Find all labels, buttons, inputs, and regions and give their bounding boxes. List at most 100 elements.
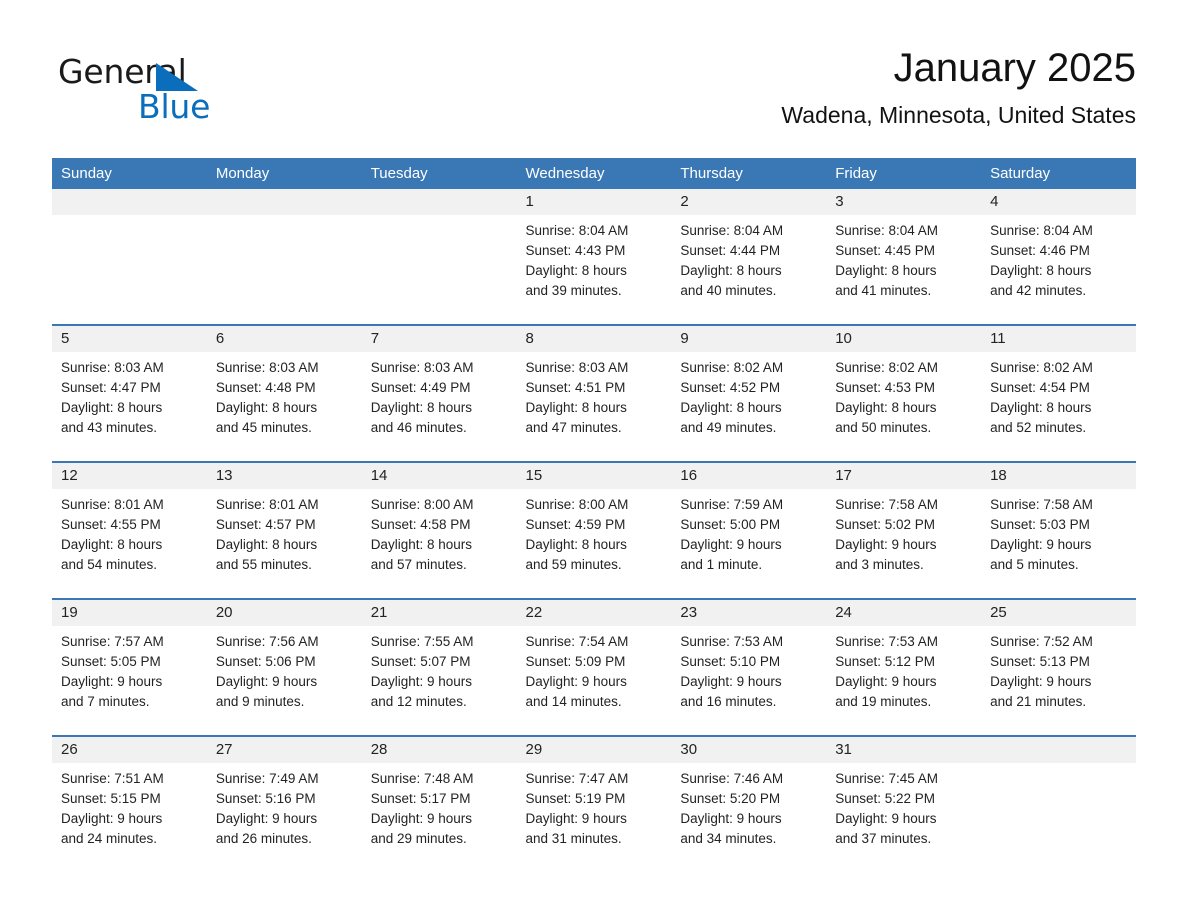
sunset-time: Sunset: 4:51 PM <box>525 380 626 395</box>
sunset-time: Sunset: 5:07 PM <box>370 654 471 669</box>
calendar-week-row: 12 Sunrise: 8:01 AM Sunset: 4:55 PM Dayligh… <box>52 461 1136 599</box>
calendar-day-cell[interactable]: 25 Sunrise: 7:52 AM Sunset: 5:13 PM Dayligh… <box>981 598 1136 736</box>
sunset-time: Sunset: 5:03 PM <box>990 517 1090 532</box>
day-sun-info: Sunrise: 8:01 AM Sunset: 4:57 PM Daylight:… <box>207 489 362 575</box>
calendar-day-cell[interactable]: 19 Sunrise: 7:57 AM Sunset: 5:05 PM Dayligh… <box>52 598 207 736</box>
sunset-time: Sunset: 5:10 PM <box>680 654 781 669</box>
day-number: 30 <box>671 737 827 763</box>
day-sun-info: Sunrise: 8:03 AM Sunset: 4:51 PM Daylight:… <box>517 352 672 438</box>
calendar-day-cell[interactable]: 15 Sunrise: 8:00 AM Sunset: 4:59 PM Dayligh… <box>516 461 672 599</box>
day-number: 20 <box>206 600 362 626</box>
day-sun-info: Sunrise: 8:04 AM Sunset: 4:46 PM Daylight:… <box>981 215 1136 301</box>
day-number: 10 <box>826 326 982 352</box>
calendar-day-cell[interactable]: 11 Sunrise: 8:02 AM Sunset: 4:54 PM Dayligh… <box>981 324 1136 462</box>
daylight-duration-line1: Daylight: 9 hours <box>215 674 318 689</box>
day-sun-info: Sunrise: 7:45 AM Sunset: 5:22 PM Daylight:… <box>826 763 981 849</box>
calendar-day-cell[interactable]: 18 Sunrise: 7:58 AM Sunset: 5:03 PM Dayligh… <box>981 461 1136 599</box>
calendar-day-cell[interactable]: 7 Sunrise: 8:03 AM Sunset: 4:49 PM Daylight… <box>361 324 517 462</box>
sunrise-time: Sunrise: 7:48 AM <box>370 771 474 786</box>
calendar-day-cell[interactable]: 10 Sunrise: 8:02 AM Sunset: 4:53 PM Dayligh… <box>826 324 982 462</box>
day-sun-info: Sunrise: 7:46 AM Sunset: 5:20 PM Daylight:… <box>671 763 826 849</box>
daylight-duration-line2: and 26 minutes. <box>215 831 312 846</box>
calendar-day-cell[interactable]: 27 Sunrise: 7:49 AM Sunset: 5:16 PM Dayligh… <box>206 735 362 872</box>
calendar-day-cell[interactable]: 22 Sunrise: 7:54 AM Sunset: 5:09 PM Dayligh… <box>516 598 672 736</box>
calendar-day-cell[interactable]: 29 Sunrise: 7:47 AM Sunset: 5:19 PM Dayligh… <box>516 735 672 872</box>
daylight-duration-line2: and 3 minutes. <box>835 557 924 572</box>
day-cell-content: 15 Sunrise: 8:00 AM Sunset: 4:59 PM Dayligh… <box>516 463 672 596</box>
day-cell-content: 21 Sunrise: 7:55 AM Sunset: 5:07 PM Dayligh… <box>361 600 517 733</box>
daylight-duration-line1: Daylight: 8 hours <box>835 263 937 278</box>
daylight-duration-line1: Daylight: 8 hours <box>525 537 627 552</box>
calendar-day-cell[interactable]: 24 Sunrise: 7:53 AM Sunset: 5:12 PM Dayligh… <box>826 598 982 736</box>
page-header: General Blue January 2025 Wadena, Minnes… <box>52 40 1136 148</box>
calendar-day-cell[interactable]: 3 Sunrise: 8:04 AM Sunset: 4:45 PM Daylight… <box>826 189 982 325</box>
daylight-duration-line1: Daylight: 8 hours <box>680 400 782 415</box>
sunset-time: Sunset: 4:49 PM <box>370 380 471 395</box>
day-number: 16 <box>671 463 827 489</box>
day-number: 23 <box>671 600 827 626</box>
sunset-time: Sunset: 4:44 PM <box>680 243 781 258</box>
day-cell-content: 10 Sunrise: 8:02 AM Sunset: 4:53 PM Dayligh… <box>826 326 982 459</box>
day-cell-content: 18 Sunrise: 7:58 AM Sunset: 5:03 PM Dayligh… <box>981 463 1136 596</box>
calendar-day-cell[interactable]: 21 Sunrise: 7:55 AM Sunset: 5:07 PM Dayligh… <box>361 598 517 736</box>
day-number <box>981 737 1136 763</box>
daylight-duration-line2: and 39 minutes. <box>525 283 622 298</box>
daylight-duration-line1: Daylight: 9 hours <box>835 674 937 689</box>
calendar-day-cell[interactable]: 6 Sunrise: 8:03 AM Sunset: 4:48 PM Daylight… <box>206 324 362 462</box>
day-sun-info: Sunrise: 7:58 AM Sunset: 5:02 PM Daylight:… <box>826 489 981 575</box>
calendar-day-cell[interactable]: 12 Sunrise: 8:01 AM Sunset: 4:55 PM Dayligh… <box>52 461 207 599</box>
day-number: 7 <box>361 326 517 352</box>
sunset-time: Sunset: 4:57 PM <box>215 517 316 532</box>
calendar-day-cell[interactable]: 26 Sunrise: 7:51 AM Sunset: 5:15 PM Dayligh… <box>52 735 207 872</box>
day-cell-content <box>361 189 517 322</box>
daylight-duration-line2: and 54 minutes. <box>61 557 158 572</box>
calendar-day-cell[interactable]: 4 Sunrise: 8:04 AM Sunset: 4:46 PM Daylight… <box>981 189 1136 325</box>
day-cell-content: 27 Sunrise: 7:49 AM Sunset: 5:16 PM Dayligh… <box>206 737 362 870</box>
day-cell-content: 14 Sunrise: 8:00 AM Sunset: 4:58 PM Dayligh… <box>361 463 517 596</box>
day-cell-content: 3 Sunrise: 8:04 AM Sunset: 4:45 PM Daylight… <box>826 189 982 322</box>
day-sun-info: Sunrise: 7:52 AM Sunset: 5:13 PM Daylight:… <box>981 626 1136 712</box>
day-number: 6 <box>206 326 362 352</box>
day-number: 17 <box>826 463 982 489</box>
calendar-day-cell[interactable]: 13 Sunrise: 8:01 AM Sunset: 4:57 PM Dayligh… <box>206 461 362 599</box>
sunrise-time: Sunrise: 8:04 AM <box>525 223 629 238</box>
day-cell-content: 8 Sunrise: 8:03 AM Sunset: 4:51 PM Daylight… <box>516 326 672 459</box>
sunset-time: Sunset: 5:20 PM <box>680 791 781 806</box>
day-number: 27 <box>206 737 362 763</box>
calendar-day-cell[interactable]: 17 Sunrise: 7:58 AM Sunset: 5:02 PM Dayligh… <box>826 461 982 599</box>
calendar-day-cell[interactable]: 14 Sunrise: 8:00 AM Sunset: 4:58 PM Dayligh… <box>361 461 517 599</box>
calendar-page: General Blue January 2025 Wadena, Minnes… <box>0 0 1188 918</box>
day-cell-content: 17 Sunrise: 7:58 AM Sunset: 5:02 PM Dayligh… <box>826 463 982 596</box>
daylight-duration-line1: Daylight: 8 hours <box>990 400 1092 415</box>
day-sun-info: Sunrise: 8:03 AM Sunset: 4:49 PM Daylight:… <box>362 352 517 438</box>
calendar-day-cell[interactable]: 8 Sunrise: 8:03 AM Sunset: 4:51 PM Daylight… <box>516 324 672 462</box>
calendar-day-cell[interactable]: 28 Sunrise: 7:48 AM Sunset: 5:17 PM Dayligh… <box>361 735 517 872</box>
weekday-header-monday: Monday <box>206 158 362 189</box>
sunset-time: Sunset: 4:59 PM <box>525 517 626 532</box>
calendar-day-cell[interactable]: 30 Sunrise: 7:46 AM Sunset: 5:20 PM Dayligh… <box>671 735 827 872</box>
day-cell-content: 19 Sunrise: 7:57 AM Sunset: 5:05 PM Dayligh… <box>52 600 207 733</box>
calendar-day-cell[interactable]: 5 Sunrise: 8:03 AM Sunset: 4:47 PM Daylight… <box>52 324 207 462</box>
daylight-duration-line1: Daylight: 8 hours <box>680 263 782 278</box>
daylight-duration-line2: and 37 minutes. <box>835 831 932 846</box>
day-number: 13 <box>206 463 362 489</box>
daylight-duration-line1: Daylight: 9 hours <box>835 537 937 552</box>
weekday-header-saturday: Saturday <box>981 158 1136 189</box>
weekday-header-thursday: Thursday <box>671 158 827 189</box>
calendar-day-cell[interactable]: 31 Sunrise: 7:45 AM Sunset: 5:22 PM Dayligh… <box>826 735 982 872</box>
general-blue-logo[interactable]: General Blue <box>58 53 318 129</box>
weekday-header-friday: Friday <box>826 158 982 189</box>
day-cell-content: 2 Sunrise: 8:04 AM Sunset: 4:44 PM Daylight… <box>671 189 827 322</box>
calendar-body: 1 Sunrise: 8:04 AM Sunset: 4:43 PM Daylight… <box>52 189 1136 872</box>
calendar-day-cell[interactable]: 1 Sunrise: 8:04 AM Sunset: 4:43 PM Daylight… <box>516 189 672 325</box>
daylight-duration-line2: and 55 minutes. <box>215 557 312 572</box>
daylight-duration-line2: and 24 minutes. <box>61 831 158 846</box>
daylight-duration-line1: Daylight: 9 hours <box>525 811 627 826</box>
calendar-day-cell[interactable]: 9 Sunrise: 8:02 AM Sunset: 4:52 PM Daylight… <box>671 324 827 462</box>
day-cell-content: 9 Sunrise: 8:02 AM Sunset: 4:52 PM Daylight… <box>671 326 827 459</box>
calendar-day-cell[interactable]: 23 Sunrise: 7:53 AM Sunset: 5:10 PM Dayligh… <box>671 598 827 736</box>
calendar-day-cell[interactable]: 20 Sunrise: 7:56 AM Sunset: 5:06 PM Dayligh… <box>206 598 362 736</box>
calendar-day-cell[interactable]: 2 Sunrise: 8:04 AM Sunset: 4:44 PM Daylight… <box>671 189 827 325</box>
sunrise-time: Sunrise: 7:51 AM <box>61 771 164 786</box>
calendar-day-cell[interactable]: 16 Sunrise: 7:59 AM Sunset: 5:00 PM Dayligh… <box>671 461 827 599</box>
